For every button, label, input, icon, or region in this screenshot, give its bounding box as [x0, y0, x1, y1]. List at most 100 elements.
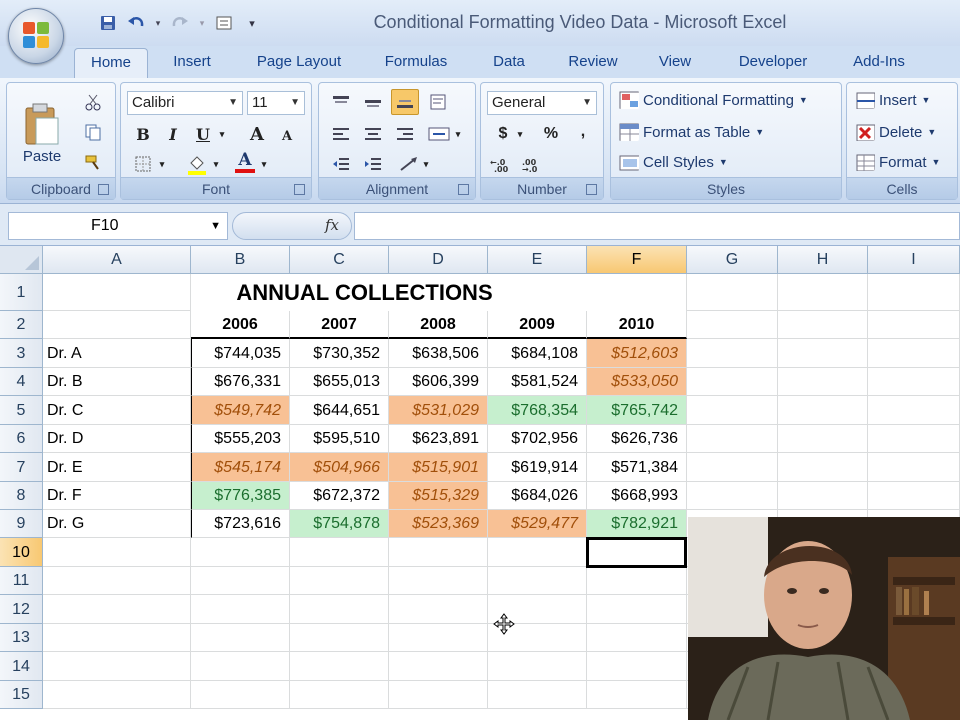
- cell[interactable]: [43, 624, 191, 652]
- delete-cells-button[interactable]: Delete ▼: [855, 123, 936, 141]
- value-cell[interactable]: $723,616: [191, 510, 290, 538]
- decrease-decimal-icon[interactable]: .00 →.0: [521, 151, 549, 177]
- cell[interactable]: [43, 681, 191, 709]
- customize-qat-icon[interactable]: ▾: [240, 12, 264, 34]
- select-all-button[interactable]: [0, 246, 43, 274]
- value-cell[interactable]: $684,026: [488, 482, 587, 510]
- cell[interactable]: [43, 311, 191, 339]
- cell[interactable]: [687, 425, 778, 453]
- number-format-select[interactable]: General ▼: [487, 91, 597, 115]
- value-cell[interactable]: $504,966: [290, 453, 389, 482]
- cell[interactable]: [687, 311, 778, 339]
- cut-icon[interactable]: [79, 89, 107, 115]
- cell[interactable]: [778, 482, 868, 510]
- fx-label[interactable]: fx: [325, 216, 339, 234]
- merge-center-icon[interactable]: [425, 121, 453, 147]
- cell[interactable]: [778, 311, 868, 339]
- align-top-icon[interactable]: [327, 89, 355, 115]
- align-left-icon[interactable]: [327, 121, 355, 147]
- value-cell[interactable]: $626,736: [587, 425, 687, 453]
- doctor-name[interactable]: Dr. B: [43, 368, 191, 396]
- value-cell[interactable]: $765,742: [587, 396, 687, 425]
- office-button[interactable]: [8, 8, 64, 64]
- align-bottom-icon[interactable]: [391, 89, 419, 115]
- cell[interactable]: [587, 652, 687, 681]
- cell[interactable]: [687, 482, 778, 510]
- redo-icon[interactable]: [168, 12, 192, 34]
- cell[interactable]: [389, 595, 488, 624]
- row-header-5[interactable]: 5: [0, 396, 43, 425]
- doctor-name[interactable]: Dr. E: [43, 453, 191, 482]
- column-header-a[interactable]: A: [43, 246, 191, 274]
- cell[interactable]: [868, 339, 960, 368]
- row-header-8[interactable]: 8: [0, 482, 43, 510]
- cell[interactable]: [191, 652, 290, 681]
- cell[interactable]: [868, 482, 960, 510]
- borders-icon[interactable]: [129, 151, 157, 177]
- undo-icon[interactable]: [124, 12, 148, 34]
- name-box[interactable]: F10 ▼: [8, 212, 228, 240]
- tab-add-ins[interactable]: Add-Ins: [842, 46, 916, 78]
- doctor-name[interactable]: Dr. A: [43, 339, 191, 368]
- year-header[interactable]: 2006: [191, 311, 290, 339]
- insert-cells-button[interactable]: Insert ▼: [855, 91, 930, 109]
- value-cell[interactable]: $595,510: [290, 425, 389, 453]
- tab-page-layout[interactable]: Page Layout: [246, 46, 352, 78]
- tab-home[interactable]: Home: [74, 48, 148, 79]
- cell[interactable]: [191, 624, 290, 652]
- cell[interactable]: [290, 595, 389, 624]
- cell[interactable]: [389, 567, 488, 595]
- paste-button[interactable]: Paste: [17, 89, 67, 165]
- orientation-icon[interactable]: [425, 89, 453, 115]
- align-middle-icon[interactable]: [359, 89, 387, 115]
- row-header-1[interactable]: 1: [0, 274, 43, 311]
- cell[interactable]: [43, 595, 191, 624]
- comma-button[interactable]: ,: [569, 119, 597, 145]
- cell[interactable]: [488, 567, 587, 595]
- column-header-i[interactable]: I: [868, 246, 960, 274]
- cell[interactable]: [389, 681, 488, 709]
- cell[interactable]: [43, 538, 191, 567]
- doctor-name[interactable]: Dr. D: [43, 425, 191, 453]
- format-as-table-button[interactable]: Format as Table ▼: [619, 123, 764, 141]
- value-cell[interactable]: $571,384: [587, 453, 687, 482]
- conditional-formatting-button[interactable]: Conditional Formatting ▼: [619, 91, 808, 109]
- clipboard-launcher-icon[interactable]: [98, 184, 109, 195]
- doctor-name[interactable]: Dr. F: [43, 482, 191, 510]
- value-cell[interactable]: $606,399: [389, 368, 488, 396]
- value-cell[interactable]: $555,203: [191, 425, 290, 453]
- row-header-11[interactable]: 11: [0, 567, 43, 595]
- value-cell[interactable]: $545,174: [191, 453, 290, 482]
- decrease-indent-icon[interactable]: [327, 151, 355, 177]
- column-header-d[interactable]: D: [389, 246, 488, 274]
- cell[interactable]: [389, 652, 488, 681]
- row-header-3[interactable]: 3: [0, 339, 43, 368]
- align-right-icon[interactable]: [391, 121, 419, 147]
- column-header-b[interactable]: B: [191, 246, 290, 274]
- merge-dropdown-icon[interactable]: ▾: [451, 121, 465, 147]
- sheet-title[interactable]: ANNUAL COLLECTIONS: [43, 274, 687, 311]
- value-cell[interactable]: $638,506: [389, 339, 488, 368]
- format-painter-icon[interactable]: [79, 149, 107, 175]
- cell[interactable]: [389, 624, 488, 652]
- cell[interactable]: [687, 339, 778, 368]
- underline-button[interactable]: U: [189, 121, 217, 147]
- tab-view[interactable]: View: [648, 46, 702, 78]
- font-color-button[interactable]: A: [231, 149, 259, 175]
- cell[interactable]: [778, 425, 868, 453]
- value-cell[interactable]: $684,108: [488, 339, 587, 368]
- cell[interactable]: [778, 396, 868, 425]
- tab-insert[interactable]: Insert: [160, 46, 224, 78]
- cell[interactable]: [43, 567, 191, 595]
- row-header-10[interactable]: 10: [0, 538, 43, 567]
- cell[interactable]: [290, 538, 389, 567]
- year-header[interactable]: 2010: [587, 311, 687, 339]
- row-header-2[interactable]: 2: [0, 311, 43, 339]
- value-cell[interactable]: $515,329: [389, 482, 488, 510]
- row-header-13[interactable]: 13: [0, 624, 43, 652]
- tab-formulas[interactable]: Formulas: [374, 46, 458, 78]
- row-header-15[interactable]: 15: [0, 681, 43, 709]
- cell[interactable]: [488, 681, 587, 709]
- tab-developer[interactable]: Developer: [726, 46, 820, 78]
- align-center-icon[interactable]: [359, 121, 387, 147]
